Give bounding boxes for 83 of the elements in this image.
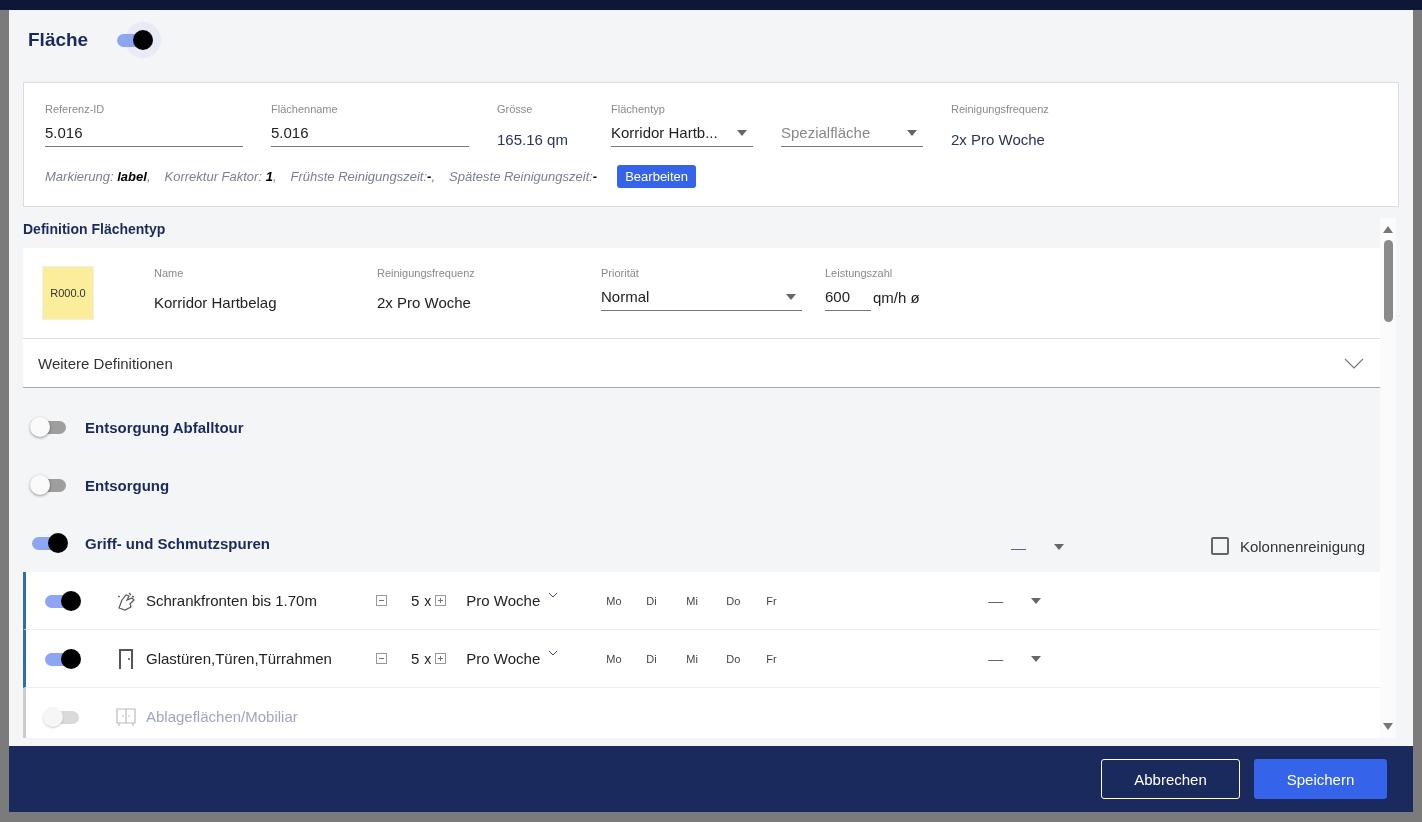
field-label: Flächenname [271, 103, 339, 117]
edit-button[interactable]: Bearbeiten [617, 165, 697, 188]
scrollbar[interactable] [1380, 218, 1396, 738]
field-value: 165.16 qm [497, 130, 569, 148]
caret-icon [1031, 655, 1042, 662]
field-label: Priorität [601, 267, 640, 281]
scroll-down-icon[interactable] [1383, 723, 1393, 730]
field-value: Korridor Hartbelag [154, 293, 278, 311]
toggle-switch[interactable] [43, 589, 81, 612]
chevron-icon [548, 650, 559, 656]
group-title: Entsorgung [85, 476, 170, 494]
cabinet-icon [115, 705, 137, 728]
checkbox[interactable] [1210, 537, 1229, 555]
unit-label: x [424, 650, 432, 667]
input-field[interactable]: 5.016 [45, 122, 243, 147]
cancel-button[interactable]: Abbrechen [1101, 759, 1240, 799]
weekday-label[interactable]: Di [646, 594, 687, 607]
field-value: 2x Pro Woche [377, 293, 472, 311]
plus-icon[interactable] [435, 595, 447, 606]
unit-label: x [424, 592, 432, 609]
section-title: Definition Flächentyp [23, 220, 167, 239]
weekday-label[interactable]: Mo [606, 594, 647, 607]
dialog-title: Fläche [28, 29, 89, 51]
weekday-label[interactable]: Fr [766, 594, 807, 607]
caret-icon [737, 129, 747, 136]
minus-icon[interactable] [376, 595, 387, 606]
unit-label: qm/h ø [873, 289, 920, 308]
expander-label: Weitere Definitionen [38, 354, 173, 372]
field-label: Flächentyp [611, 103, 666, 117]
scroll-thumb[interactable] [1383, 240, 1393, 322]
rating-select[interactable]: — [988, 592, 1049, 609]
chevron-icon [548, 592, 559, 598]
checkbox-label: Kolonnenreinigung [1239, 537, 1365, 555]
number-field[interactable]: 600 [825, 286, 871, 311]
field-label: Reinigungsfrequenz [951, 103, 1049, 117]
group-title: Entsorgung Abfalltour [85, 418, 244, 436]
weekday-label[interactable]: Mi [686, 652, 727, 665]
count-value: 5 [411, 592, 420, 609]
toggle-switch[interactable] [30, 532, 68, 554]
plus-icon[interactable] [435, 653, 447, 664]
caret-icon [1031, 597, 1042, 604]
field-label: Name [154, 267, 185, 281]
rating-select[interactable]: — [988, 650, 1049, 667]
chevron-icon [1344, 357, 1364, 369]
weekday-label[interactable]: Do [726, 652, 767, 665]
count-value: 5 [411, 650, 420, 667]
caret-icon [786, 293, 796, 300]
field-value: 2x Pro Woche [951, 130, 1046, 148]
field-label: Referenz-ID [45, 103, 106, 117]
minus-icon[interactable] [376, 653, 387, 664]
field-label: Reinigungsfrequenz [377, 267, 476, 281]
caret-icon [907, 129, 917, 136]
select-field[interactable]: Korridor Hartb... [611, 122, 753, 147]
save-button[interactable]: Speichern [1254, 759, 1387, 799]
task-label: Ablageflächen/Mobiliar [146, 708, 299, 725]
toggle-switch[interactable] [115, 22, 160, 58]
field-label: Leistungszahl [825, 267, 894, 281]
select-field[interactable]: Normal [601, 286, 802, 311]
weekday-label[interactable]: Mi [686, 594, 727, 607]
toggle-switch[interactable] [30, 416, 68, 438]
meta-text: Korrektur Faktor: 1, [164, 169, 277, 184]
rating-select[interactable]: — [1010, 538, 1071, 556]
field-label: Grösse [497, 103, 534, 117]
weekday-label[interactable]: Di [646, 652, 687, 665]
weekday-label[interactable]: Do [726, 594, 767, 607]
caret-icon [1053, 544, 1064, 550]
task-label: Glastüren,Türen,Türrahmen [146, 650, 333, 667]
code-tag: R000.0 [42, 266, 94, 320]
period-select[interactable]: Pro Woche [466, 650, 607, 667]
meta-text: Frühste Reinigungszeit:-, [290, 169, 436, 184]
toggle-switch[interactable] [43, 647, 81, 670]
meta-text: Späteste Reinigungszeit:- [449, 169, 598, 184]
scroll-up-icon[interactable] [1383, 226, 1393, 233]
expander-row[interactable]: Weitere Definitionen [23, 339, 1380, 388]
select-field[interactable]: Spezialfläche [781, 122, 923, 147]
task-label: Schrankfronten bis 1.70m [146, 592, 318, 609]
group-title: Griff- und Schmutzspuren [85, 534, 270, 552]
toggle-switch[interactable] [30, 474, 68, 496]
input-field[interactable]: 5.016 [271, 122, 469, 147]
weekday-label[interactable]: Fr [766, 652, 807, 665]
weekday-label[interactable]: Mo [606, 652, 647, 665]
period-select[interactable]: Pro Woche [466, 592, 607, 609]
meta-text: Markierung: label, [45, 169, 151, 184]
